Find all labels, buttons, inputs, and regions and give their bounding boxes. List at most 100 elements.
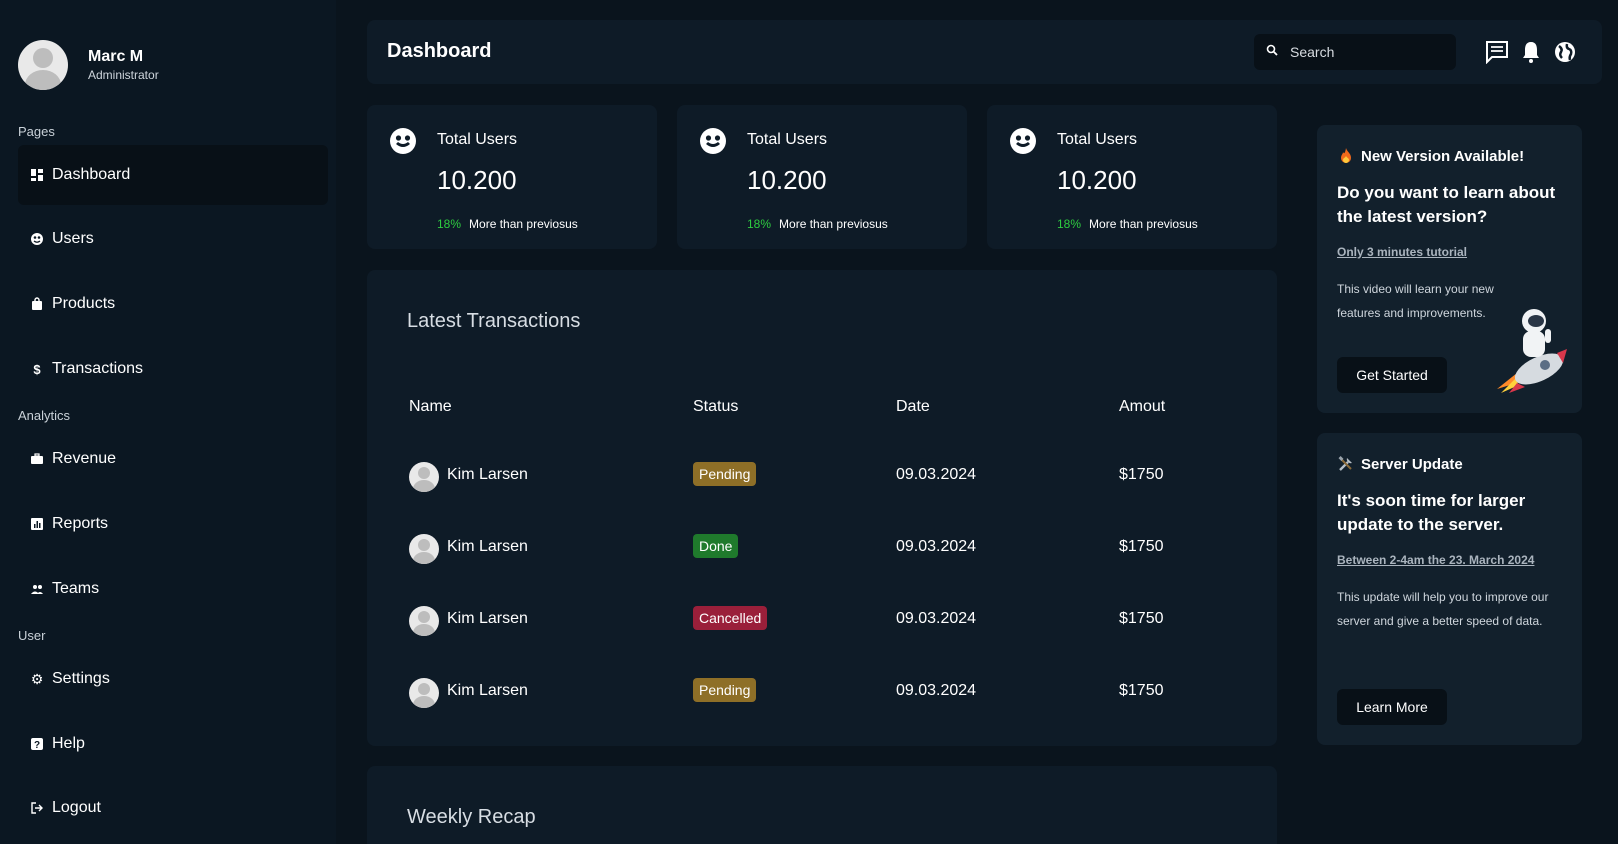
sidebar-item-users[interactable]: Users [18,209,328,269]
user-profile[interactable]: Marc M Administrator [18,40,159,90]
stat-percent: 18% [437,217,462,231]
stat-value: 10.200 [437,165,517,195]
card-title: Server Update [1337,455,1463,473]
status-badge: Cancelled [693,606,768,630]
messages-icon[interactable] [1485,40,1509,65]
card-description: This update will help you to improve our… [1337,590,1549,628]
sidebar-item-label: Revenue [52,450,117,467]
stat-label: Total Users [1057,131,1138,148]
sidebar-item-label: Reports [52,515,109,532]
row-date: 09.03.2024 [896,466,977,483]
sidebar-item-dashboard[interactable]: Dashboard [18,145,328,205]
weekly-recap-panel: Weekly Recap [367,766,1277,844]
stat-card: Total Users 10.200 18% More than previosu… [987,105,1277,249]
table-row[interactable]: Kim Larsen Cancelled 09.03.2024 $1750 [367,602,1277,642]
row-amount: $1750 [1119,610,1164,627]
transactions-panel: Latest Transactions Name Status Date Amo… [367,270,1277,746]
users-icon [30,232,44,246]
sidebar-item-logout[interactable]: Logout [18,778,328,838]
table-row[interactable]: Kim Larsen Done 09.03.2024 $1750 [367,530,1277,570]
stat-card: Total Users 10.200 18% More than previosu… [367,105,657,249]
sidebar-item-label: Users [52,230,94,247]
status-badge: Done [693,534,739,558]
gear-icon: ⚙ [30,670,44,687]
bell-icon[interactable] [1519,40,1543,64]
sidebar-item-label: Dashboard [52,166,131,183]
row-name: Kim Larsen [447,466,528,483]
row-amount: $1750 [1119,466,1164,483]
avatar [409,678,439,708]
row-date: 09.03.2024 [896,610,977,627]
column-header-amount: Amout [1119,398,1166,415]
sidebar-item-reports[interactable]: Reports [18,494,328,554]
astronaut-rocket-illustration [1487,301,1567,401]
sidebar-item-transactions[interactable]: $ Transactions [18,339,328,399]
sidebar-item-label: Teams [52,580,100,597]
briefcase-icon [30,452,44,466]
row-amount: $1750 [1119,538,1164,555]
avatar [409,606,439,636]
sidebar-item-label: Help [52,735,85,752]
stat-note: More than previosus [779,217,888,231]
section-label-user: User [18,628,46,643]
schedule-link[interactable]: Between 2-4am the 23. March 2024 [1337,553,1534,567]
globe-icon[interactable] [1553,40,1577,64]
sidebar-item-label: Transactions [52,360,143,377]
new-version-card: New Version Available! Do you want to le… [1317,125,1582,413]
top-bar: Dashboard [367,20,1602,84]
users-icon [1009,127,1037,155]
dashboard-icon [30,168,44,182]
row-date: 09.03.2024 [896,682,977,699]
sidebar-item-products[interactable]: Products [18,274,328,334]
users-icon [389,127,417,155]
stat-value: 10.200 [747,165,827,195]
get-started-button[interactable]: Get Started [1337,357,1447,393]
table-row[interactable]: Kim Larsen Pending 09.03.2024 $1750 [367,674,1277,714]
sidebar-item-revenue[interactable]: Revenue [18,429,328,489]
column-header-date: Date [896,398,930,415]
fire-icon [1337,147,1355,165]
section-label-analytics: Analytics [18,408,71,423]
dollar-icon: $ [33,361,41,377]
section-label-pages: Pages [18,124,55,139]
row-amount: $1750 [1119,682,1164,699]
status-badge: Pending [693,462,757,486]
server-update-card: Server Update It's soon time for larger … [1317,433,1582,745]
user-name: Marc M [88,48,144,65]
status-badge: Pending [693,678,757,702]
search-icon [1266,43,1278,61]
weekly-recap-title: Weekly Recap [407,806,536,828]
transactions-title: Latest Transactions [407,310,581,332]
table-row[interactable]: Kim Larsen Pending 09.03.2024 $1750 [367,458,1277,498]
stat-footer: 18% More than previosus [437,217,578,231]
column-header-name: Name [409,398,452,415]
card-title-text: New Version Available! [1361,147,1525,165]
row-date: 09.03.2024 [896,538,977,555]
avatar [18,40,68,90]
sidebar-item-settings[interactable]: ⚙ Settings [18,649,328,709]
chart-icon [30,517,44,531]
sidebar-item-help[interactable]: ? Help [18,714,328,774]
stat-card: Total Users 10.200 18% More than previosu… [677,105,967,249]
sidebar-item-label: Logout [52,799,101,816]
search-input[interactable] [1290,44,1440,60]
stat-footer: 18% More than previosus [747,217,888,231]
bag-icon [30,297,44,311]
stat-percent: 18% [1057,217,1082,231]
stat-label: Total Users [437,131,518,148]
logout-icon [30,801,44,815]
sidebar-item-teams[interactable]: Teams [18,559,328,619]
tools-icon [1337,455,1355,473]
user-role: Administrator [88,68,159,82]
users-icon [699,127,727,155]
learn-more-button[interactable]: Learn More [1337,689,1447,725]
row-name: Kim Larsen [447,610,528,627]
sidebar: Marc M Administrator Pages Dashboard Use… [0,0,336,844]
tutorial-link[interactable]: Only 3 minutes tutorial [1337,245,1467,259]
sidebar-item-label: Settings [52,670,110,687]
avatar [409,534,439,564]
stat-note: More than previosus [469,217,578,231]
search-box[interactable] [1254,34,1456,70]
card-heading: Do you want to learn about the latest ve… [1337,183,1556,226]
svg-text:?: ? [34,740,40,751]
